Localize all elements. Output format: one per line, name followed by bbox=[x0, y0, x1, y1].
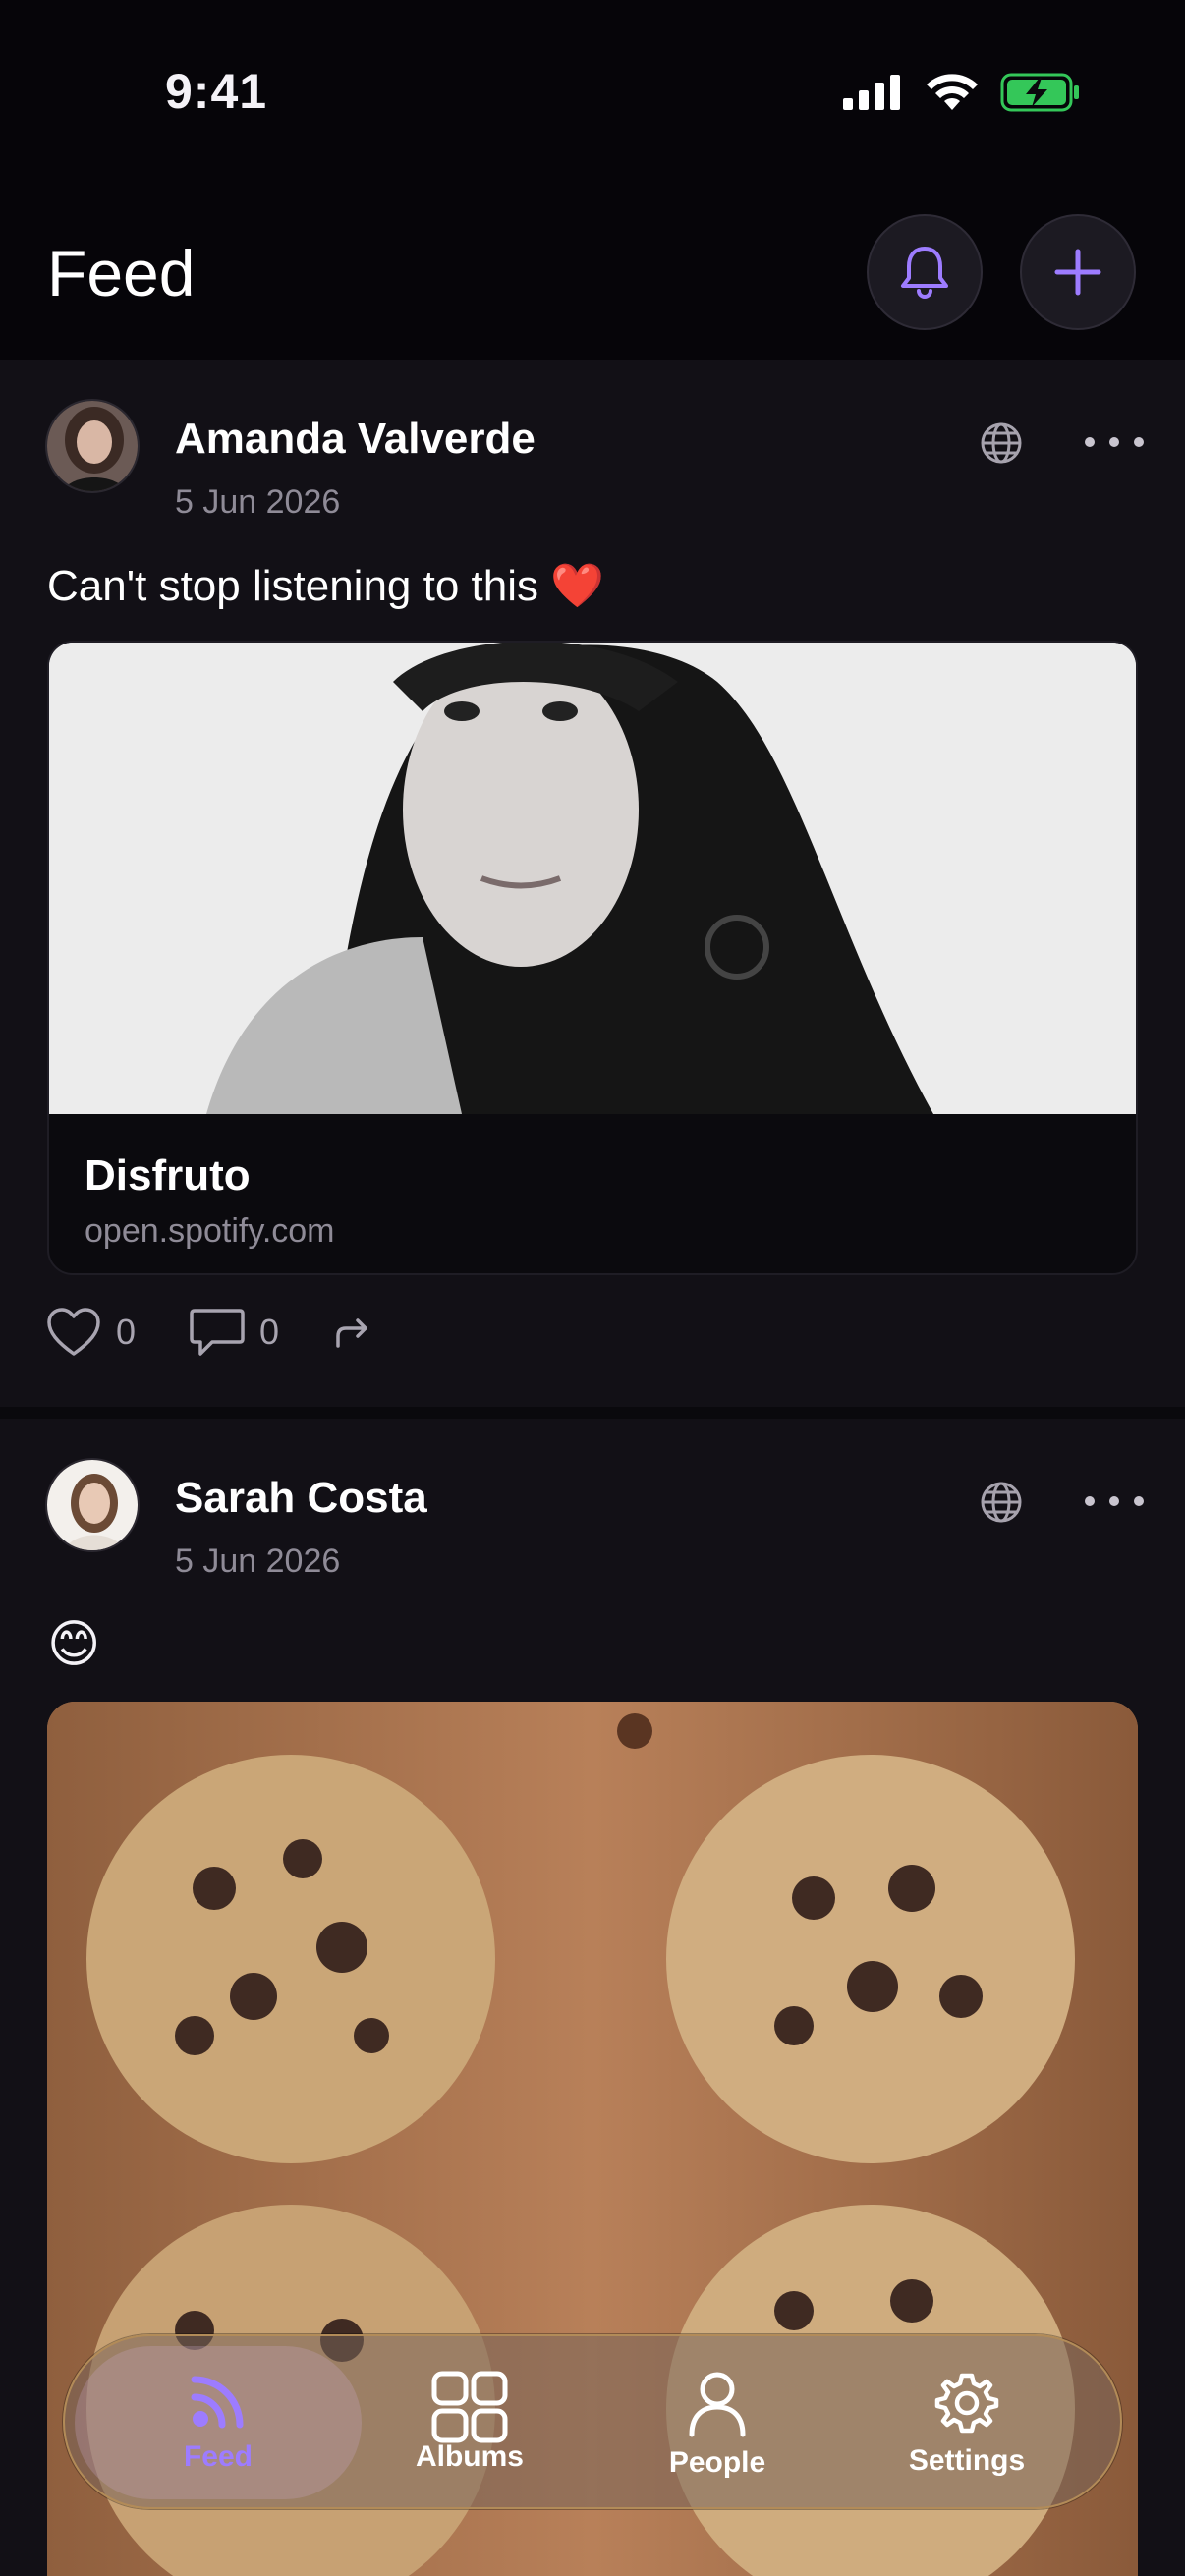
header: Feed bbox=[0, 187, 1185, 360]
more-options-button[interactable] bbox=[1085, 422, 1144, 462]
tab-label: Settings bbox=[908, 2444, 1026, 2477]
link-domain: open.spotify.com bbox=[85, 1212, 335, 1250]
link-title: Disfruto bbox=[85, 1151, 251, 1200]
share-button[interactable] bbox=[332, 1313, 375, 1352]
tab-albums[interactable]: Albums bbox=[371, 2370, 568, 2474]
post-date: 5 Jun 2026 bbox=[175, 1542, 341, 1580]
globe-icon[interactable] bbox=[979, 420, 1024, 466]
tab-label: Albums bbox=[415, 2440, 524, 2473]
tab-feed[interactable]: Feed bbox=[120, 2370, 316, 2474]
post-text: 😊 bbox=[47, 1616, 101, 1673]
share-arrow-icon bbox=[336, 1318, 367, 1348]
post-text: Can't stop listening to this ❤️ bbox=[47, 562, 605, 610]
comment-count: 0 bbox=[259, 1312, 280, 1352]
like-button[interactable]: 0 bbox=[45, 1307, 136, 1358]
page-title: Feed bbox=[47, 237, 196, 309]
tab-bar: Feed Albums People Settings bbox=[63, 2334, 1122, 2509]
grid-icon bbox=[431, 2371, 508, 2443]
avatar[interactable] bbox=[45, 1458, 140, 1552]
tab-people[interactable]: People bbox=[619, 2370, 816, 2480]
cellular-signal-icon bbox=[843, 75, 900, 110]
globe-icon[interactable] bbox=[979, 1480, 1024, 1525]
wifi-icon bbox=[927, 74, 978, 110]
more-dot bbox=[1085, 437, 1095, 447]
post-actions: 0 0 bbox=[45, 1307, 428, 1358]
post-date: 5 Jun 2026 bbox=[175, 483, 341, 521]
add-post-button[interactable] bbox=[1020, 214, 1136, 330]
battery-charging-icon bbox=[1000, 73, 1079, 112]
avatar-image bbox=[47, 401, 138, 491]
tab-settings[interactable]: Settings bbox=[869, 2370, 1065, 2478]
notifications-button[interactable] bbox=[867, 214, 983, 330]
plus-icon bbox=[1054, 249, 1101, 296]
comment-icon bbox=[190, 1309, 245, 1356]
more-dot bbox=[1085, 1496, 1095, 1506]
link-preview-image bbox=[49, 643, 1136, 1114]
feed-rss-icon bbox=[191, 2376, 244, 2429]
tab-label: People bbox=[668, 2446, 766, 2479]
heart-icon bbox=[47, 1308, 100, 1356]
person-icon bbox=[689, 2372, 746, 2437]
post-author[interactable]: Sarah Costa bbox=[175, 1474, 427, 1523]
more-dot bbox=[1134, 437, 1144, 447]
comment-button[interactable]: 0 bbox=[189, 1307, 279, 1358]
avatar[interactable] bbox=[45, 399, 140, 493]
more-dot bbox=[1109, 437, 1119, 447]
tab-label: Feed bbox=[183, 2440, 254, 2473]
link-preview-card[interactable]: Disfruto open.spotify.com bbox=[47, 641, 1138, 1275]
more-dot bbox=[1134, 1496, 1144, 1506]
status-time: 9:41 bbox=[165, 64, 268, 119]
avatar-image bbox=[47, 1460, 138, 1550]
gear-icon bbox=[934, 2373, 999, 2434]
post-card: Amanda Valverde 5 Jun 2026 Can't stop li… bbox=[0, 360, 1185, 1407]
more-dot bbox=[1109, 1496, 1119, 1506]
like-count: 0 bbox=[116, 1312, 137, 1352]
post-author[interactable]: Amanda Valverde bbox=[175, 415, 536, 464]
status-bar: 9:41 bbox=[0, 0, 1185, 187]
status-icons bbox=[843, 73, 1081, 112]
bell-icon bbox=[901, 247, 948, 299]
more-options-button[interactable] bbox=[1085, 1482, 1144, 1521]
